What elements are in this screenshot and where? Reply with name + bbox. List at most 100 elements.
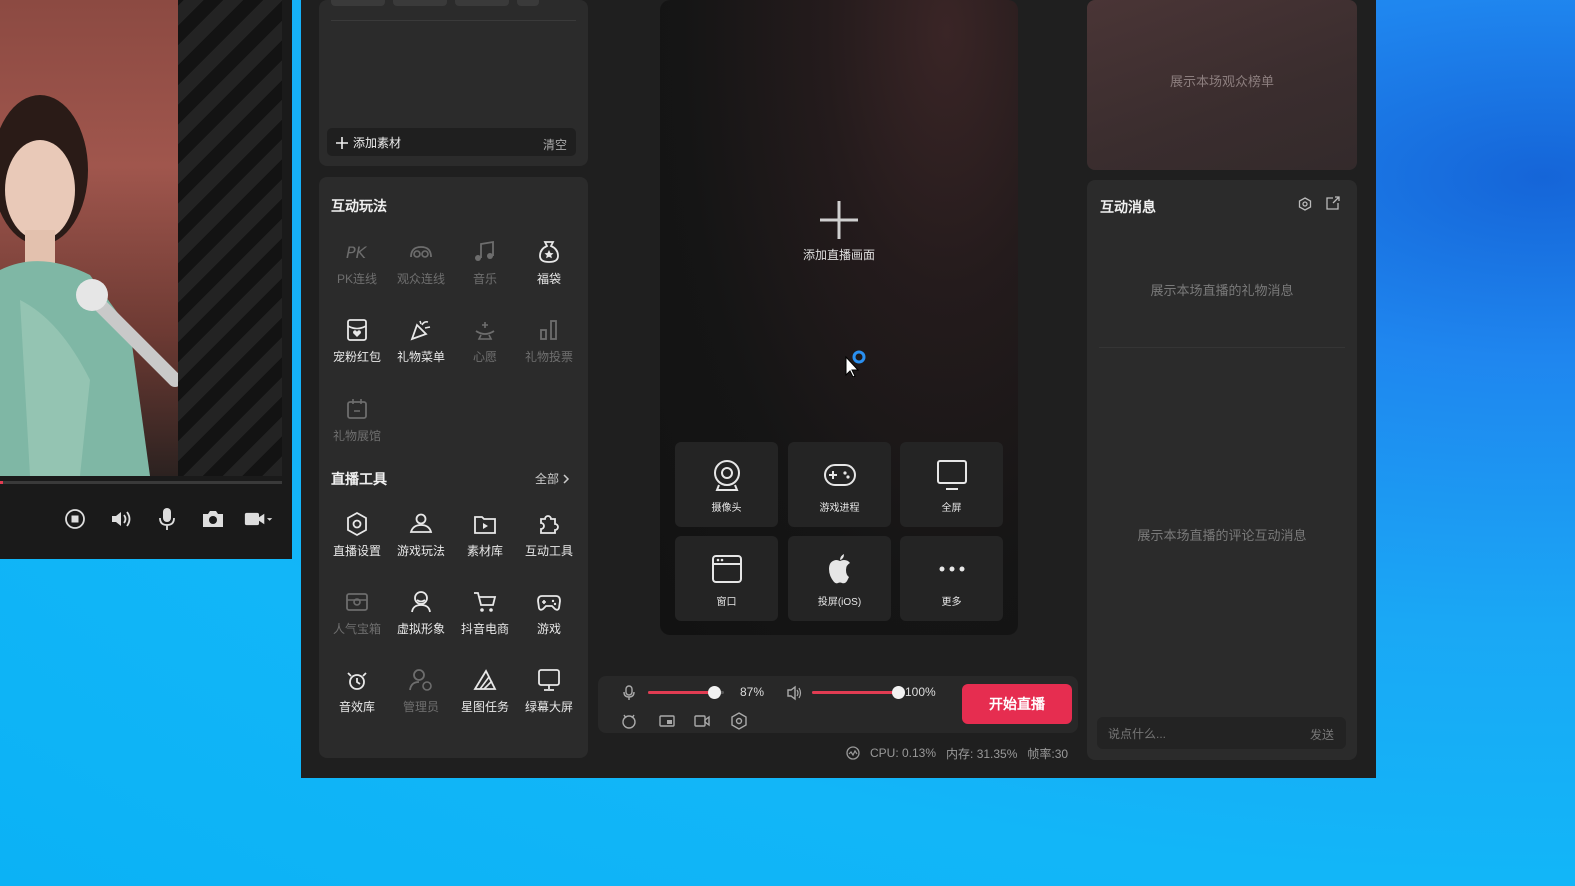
admin-label: 管理员 — [402, 700, 439, 714]
music-label: 音乐 — [472, 272, 497, 286]
all-tools-link[interactable]: 全部 — [535, 470, 570, 487]
pk-icon: PK — [346, 243, 368, 262]
audience-link-icon — [410, 246, 432, 258]
game-label: 游戏 — [536, 622, 561, 636]
material-tab[interactable] — [331, 0, 385, 6]
add-material-bar: 添加素材 清空 — [327, 128, 576, 156]
green-screen-label: 绿幕大屏 — [524, 700, 573, 714]
streamer-video-frame — [0, 0, 178, 476]
material-tab[interactable] — [393, 0, 447, 6]
wish-label: 心愿 — [472, 350, 497, 364]
volume-icon[interactable] — [106, 504, 136, 534]
source-game-process[interactable]: 游戏进程 — [788, 442, 891, 527]
more-icon — [939, 566, 964, 572]
svg-text:PK: PK — [346, 243, 368, 262]
settings-icon[interactable] — [730, 712, 748, 730]
preview-controls — [52, 500, 282, 538]
puzzle-icon — [540, 515, 559, 534]
microphone-icon[interactable] — [622, 685, 636, 701]
green-screen-item[interactable]: 绿幕大屏 — [517, 661, 581, 729]
all-tools-label: 全部 — [534, 472, 559, 486]
wish-item[interactable]: 心愿 — [453, 311, 517, 379]
admin-icon — [409, 669, 432, 691]
interactive-tools-label: 互动工具 — [524, 544, 573, 558]
green-screen-icon — [538, 669, 560, 691]
pk-link-item[interactable]: PK PK连线 — [325, 233, 389, 301]
live-companion-window: 添加素材 清空 互动玩法 PK PK连线 观众连线 音乐 福袋 宠粉红包 礼物菜… — [301, 0, 1376, 778]
gift-messages-placeholder: 展示本场直播的礼物消息 — [1150, 283, 1294, 298]
stop-icon[interactable] — [60, 504, 90, 534]
source-ios-cast-label: 投屏(iOS) — [817, 597, 862, 608]
ecommerce-item[interactable]: 抖音电商 — [453, 583, 517, 651]
source-fullscreen[interactable]: 全屏 — [900, 442, 1003, 527]
gift-vote-item[interactable]: 礼物投票 — [517, 311, 581, 379]
webcam-icon — [713, 460, 740, 491]
audience-link-item[interactable]: 观众连线 — [389, 233, 453, 301]
source-game-process-label: 游戏进程 — [819, 503, 860, 514]
wish-icon — [475, 322, 495, 340]
music-icon — [475, 240, 494, 261]
music-item[interactable]: 音乐 — [453, 233, 517, 301]
playback-progress[interactable] — [0, 481, 282, 484]
material-library-item[interactable]: 素材库 — [453, 505, 517, 573]
start-live-button[interactable]: 开始直播 — [962, 684, 1072, 724]
avatar-item[interactable]: 虚拟形象 — [389, 583, 453, 651]
screen-layout-icon[interactable] — [658, 712, 676, 730]
cart-icon — [474, 592, 497, 612]
speaker-volume-slider[interactable] — [812, 691, 898, 694]
live-preview-canvas[interactable]: 添加直播画面 摄像头 游戏进程 全屏 窗口 投屏(iOS) 更多 — [660, 0, 1018, 635]
send-button[interactable]: 发送 — [1310, 726, 1334, 743]
gift-menu-icon — [410, 320, 431, 341]
red-packet-item[interactable]: 宠粉红包 — [325, 311, 389, 379]
popout-icon[interactable] — [1325, 196, 1340, 211]
live-settings-item[interactable]: 直播设置 — [325, 505, 389, 573]
speaker-icon[interactable] — [786, 685, 802, 701]
video-camera-icon[interactable] — [244, 504, 274, 534]
lucky-bag-item[interactable]: 福袋 — [517, 233, 581, 301]
pk-link-label: PK连线 — [336, 272, 377, 286]
avatar-label: 虚拟形象 — [396, 622, 445, 636]
audience-rank-placeholder: 展示本场观众榜单 — [1169, 74, 1274, 89]
interactive-tools-item[interactable]: 互动工具 — [517, 505, 581, 573]
window-icon — [711, 555, 742, 583]
material-tab[interactable] — [455, 0, 509, 6]
sound-effects-item[interactable]: 音效库 — [325, 661, 389, 729]
game-process-icon — [823, 464, 856, 486]
gift-menu-item[interactable]: 礼物菜单 — [389, 311, 453, 379]
game-item[interactable]: 游戏 — [517, 583, 581, 651]
materials-panel: 添加素材 清空 — [319, 0, 588, 166]
audio-control-bar: 87% 100% 开始直播 — [598, 676, 1078, 733]
live-settings-label: 直播设置 — [332, 544, 381, 558]
add-material-button[interactable]: 添加素材 — [335, 134, 401, 151]
camera-icon[interactable] — [198, 504, 228, 534]
mic-slider-knob[interactable] — [708, 686, 722, 699]
settings-icon[interactable] — [1298, 197, 1312, 211]
game-play-item[interactable]: 游戏玩法 — [389, 505, 453, 573]
add-live-scene-button[interactable]: 添加直播画面 — [660, 198, 1018, 263]
speaker-slider-knob[interactable] — [892, 686, 905, 699]
source-window[interactable]: 窗口 — [675, 536, 778, 621]
record-icon[interactable] — [693, 712, 711, 730]
material-tab-more[interactable] — [517, 0, 539, 6]
star-task-label: 星图任务 — [460, 700, 509, 714]
gift-hall-label: 礼物展馆 — [332, 429, 381, 443]
interactive-messages-panel: 互动消息 展示本场直播的礼物消息 展示本场直播的评论互动消息 发送 — [1087, 180, 1357, 760]
mic-volume-value: 87% — [740, 685, 765, 699]
source-more[interactable]: 更多 — [900, 536, 1003, 621]
speaker-volume-value: 100% — [905, 685, 936, 699]
audience-rank-panel: 展示本场观众榜单 — [1087, 0, 1357, 170]
treasure-box-item[interactable]: 人气宝箱 — [325, 583, 389, 651]
avatar-icon — [411, 591, 431, 613]
microphone-icon[interactable] — [152, 504, 182, 534]
star-task-item[interactable]: 星图任务 — [453, 661, 517, 729]
source-webcam[interactable]: 摄像头 — [675, 442, 778, 527]
divider — [1099, 347, 1345, 348]
game-play-icon — [409, 513, 433, 533]
comment-input[interactable] — [1097, 717, 1310, 751]
admin-item[interactable]: 管理员 — [389, 661, 453, 729]
source-window-label: 窗口 — [716, 597, 737, 608]
source-ios-cast[interactable]: 投屏(iOS) — [788, 536, 891, 621]
gift-hall-item[interactable]: 礼物展馆 — [325, 390, 389, 458]
beauty-icon[interactable] — [620, 712, 638, 730]
clear-button[interactable]: 清空 — [543, 136, 567, 153]
